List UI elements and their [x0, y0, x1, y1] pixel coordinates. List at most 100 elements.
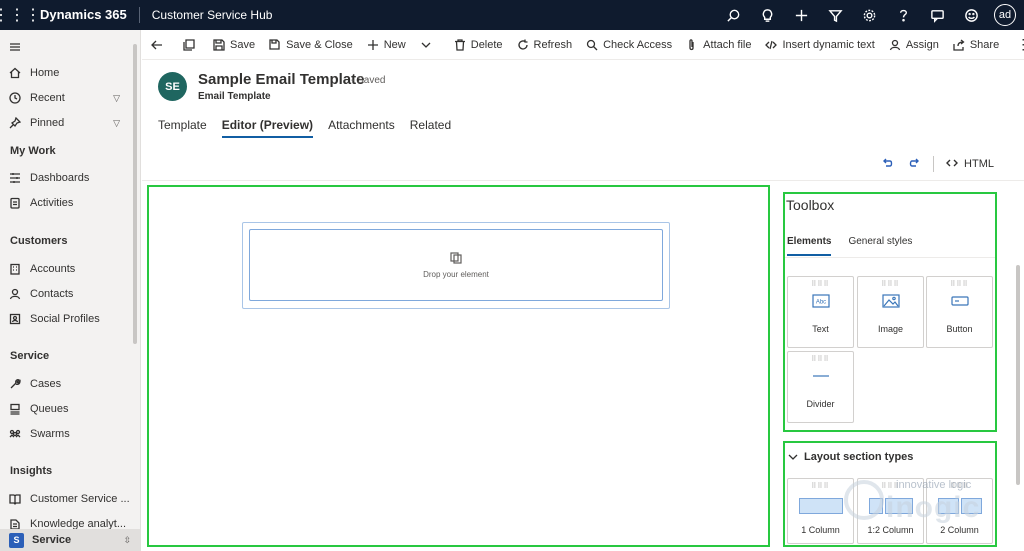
section-heading-insights: Insights [10, 465, 53, 477]
user-avatar[interactable]: ad [994, 4, 1016, 26]
drag-handle-icon[interactable]: ⠿⠿⠿ [950, 280, 968, 288]
sidebar-item-queues[interactable]: Queues [0, 398, 130, 420]
layout-section-header[interactable]: Layout section types [788, 451, 913, 463]
back-button[interactable] [142, 30, 176, 60]
sidebar-item-label: Customer Service ... [30, 493, 130, 505]
assign-button[interactable]: Assign [882, 30, 946, 60]
area-switcher[interactable]: S Service ⇳ [0, 529, 141, 551]
save-close-label: Save & Close [286, 38, 353, 51]
sidebar-item-label: Swarms [30, 428, 70, 440]
sidebar-item-cases[interactable]: Cases [0, 373, 130, 395]
sidebar-item-accounts[interactable]: Accounts [0, 258, 130, 280]
pin-icon [0, 117, 30, 129]
plus-icon [367, 39, 378, 50]
more-new-dropdown[interactable] [413, 30, 447, 60]
people-group-icon [0, 428, 30, 440]
tab-editor-preview[interactable]: Editor (Preview) [221, 118, 314, 138]
drag-handle-icon[interactable]: ⠿⠿⠿ [811, 355, 829, 363]
chevron-down-icon[interactable]: ▽ [113, 118, 120, 129]
toolbox-scrollbar[interactable] [1016, 265, 1020, 485]
tab-attachments[interactable]: Attachments [328, 118, 395, 138]
drag-handle-icon[interactable]: ⠿⠿⠿ [811, 280, 829, 288]
tab-related[interactable]: Related [410, 118, 451, 138]
new-label: New [383, 38, 406, 51]
html-button[interactable]: HTML [946, 157, 994, 172]
text-element-icon: Abc [811, 294, 830, 308]
search-icon[interactable] [716, 0, 750, 30]
more-commands-button[interactable]: ⋮ [1006, 30, 1024, 60]
clock-icon [0, 92, 30, 104]
check-access-button[interactable]: Check Access [579, 30, 679, 60]
element-divider[interactable]: ⠿⠿⠿ Divider [787, 351, 854, 423]
drag-handle-icon[interactable]: ⠿⠿⠿ [881, 280, 899, 288]
sidebar-item-social-profiles[interactable]: Social Profiles [0, 308, 130, 330]
drop-element-icon [450, 251, 462, 264]
smiley-icon[interactable] [954, 0, 988, 30]
svg-text:Abc: Abc [815, 300, 825, 306]
undo-icon[interactable] [881, 157, 893, 172]
area-badge: S [9, 532, 24, 548]
tab-general-styles[interactable]: General styles [848, 236, 912, 256]
chat-icon[interactable] [920, 0, 954, 30]
filter-icon[interactable] [818, 0, 852, 30]
share-button[interactable]: Share [946, 30, 1006, 60]
help-icon[interactable] [886, 0, 920, 30]
section-heading-customers: Customers [10, 235, 68, 247]
hamburger-menu[interactable] [0, 36, 130, 58]
element-label: Button [946, 324, 973, 334]
refresh-button[interactable]: Refresh [510, 30, 580, 60]
record-avatar: SE [158, 72, 187, 101]
refresh-label: Refresh [533, 38, 573, 51]
save-and-close-button[interactable]: Save & Close [262, 30, 360, 60]
top-navigation-bar: ⋮⋮⋮ Dynamics 365 Customer Service Hub ad [0, 0, 1024, 30]
sidebar-item-swarms[interactable]: Swarms [0, 423, 130, 445]
sidebar-item-customer-service-insights[interactable]: Customer Service ... [0, 488, 130, 510]
top-icons: ad [716, 0, 1020, 30]
tab-elements[interactable]: Elements [787, 236, 832, 256]
sidebar-item-label: Home [30, 67, 60, 79]
sidebar-item-pinned[interactable]: Pinned ▽ [0, 112, 130, 134]
drop-zone-section[interactable]: Drop your element [242, 222, 670, 309]
watermark-brand: inogic [886, 491, 981, 524]
layout-section-title: Layout section types [804, 451, 914, 463]
element-button[interactable]: ⠿⠿⠿ Button [926, 276, 993, 348]
person-icon [889, 39, 900, 50]
sidebar-item-activities[interactable]: Activities [0, 192, 130, 214]
insert-dynamic-text-label: Insert dynamic text [782, 38, 875, 51]
new-button[interactable]: New [360, 30, 413, 60]
app-name[interactable]: Customer Service Hub [140, 8, 273, 22]
sidebar-scrollbar[interactable] [133, 44, 137, 344]
tab-template[interactable]: Template [158, 118, 207, 138]
sidebar-item-recent[interactable]: Recent ▽ [0, 87, 130, 109]
lightbulb-icon[interactable] [750, 0, 784, 30]
delete-button[interactable]: Delete [447, 30, 510, 60]
element-text[interactable]: ⠿⠿⠿ Abc Text [787, 276, 854, 348]
divider [933, 156, 935, 172]
settings-icon[interactable] [852, 0, 886, 30]
brand-name[interactable]: Dynamics 365 [34, 7, 140, 23]
paperclip-icon [689, 38, 694, 50]
plus-icon[interactable] [784, 0, 818, 30]
drop-zone[interactable]: Drop your element [249, 229, 663, 301]
open-in-new-window-button[interactable] [176, 30, 206, 60]
chevron-down-icon[interactable]: ▽ [113, 93, 120, 104]
sidebar-item-home[interactable]: Home [0, 62, 130, 84]
app-launcher-icon[interactable]: ⋮⋮⋮ [0, 0, 41, 30]
command-bar: Save Save & Close New Delete Refresh Che… [142, 30, 1024, 60]
sidebar-item-label: Pinned [30, 117, 65, 129]
record-entity-type: Email Template [198, 91, 271, 102]
sidebar-item-label: Contacts [30, 288, 74, 300]
save-button[interactable]: Save [206, 30, 262, 60]
sidebar-item-dashboards[interactable]: Dashboards [0, 167, 130, 189]
divider-element-icon [812, 375, 829, 377]
toolbox-title: Toolbox [786, 197, 835, 213]
element-image[interactable]: ⠿⠿⠿ Image [857, 276, 924, 348]
drag-handle-icon[interactable]: ⠿⠿⠿ [811, 482, 829, 490]
insert-dynamic-text-button[interactable]: Insert dynamic text [758, 30, 881, 60]
chevron-down-icon [788, 454, 798, 460]
attach-file-button[interactable]: Attach file [679, 30, 758, 60]
sidebar: Home Recent ▽ Pinned ▽ My Work Dashboard… [0, 30, 141, 551]
email-design-canvas[interactable]: Drop your element [147, 185, 770, 547]
sidebar-item-contacts[interactable]: Contacts [0, 283, 130, 305]
redo-icon[interactable] [909, 157, 921, 172]
